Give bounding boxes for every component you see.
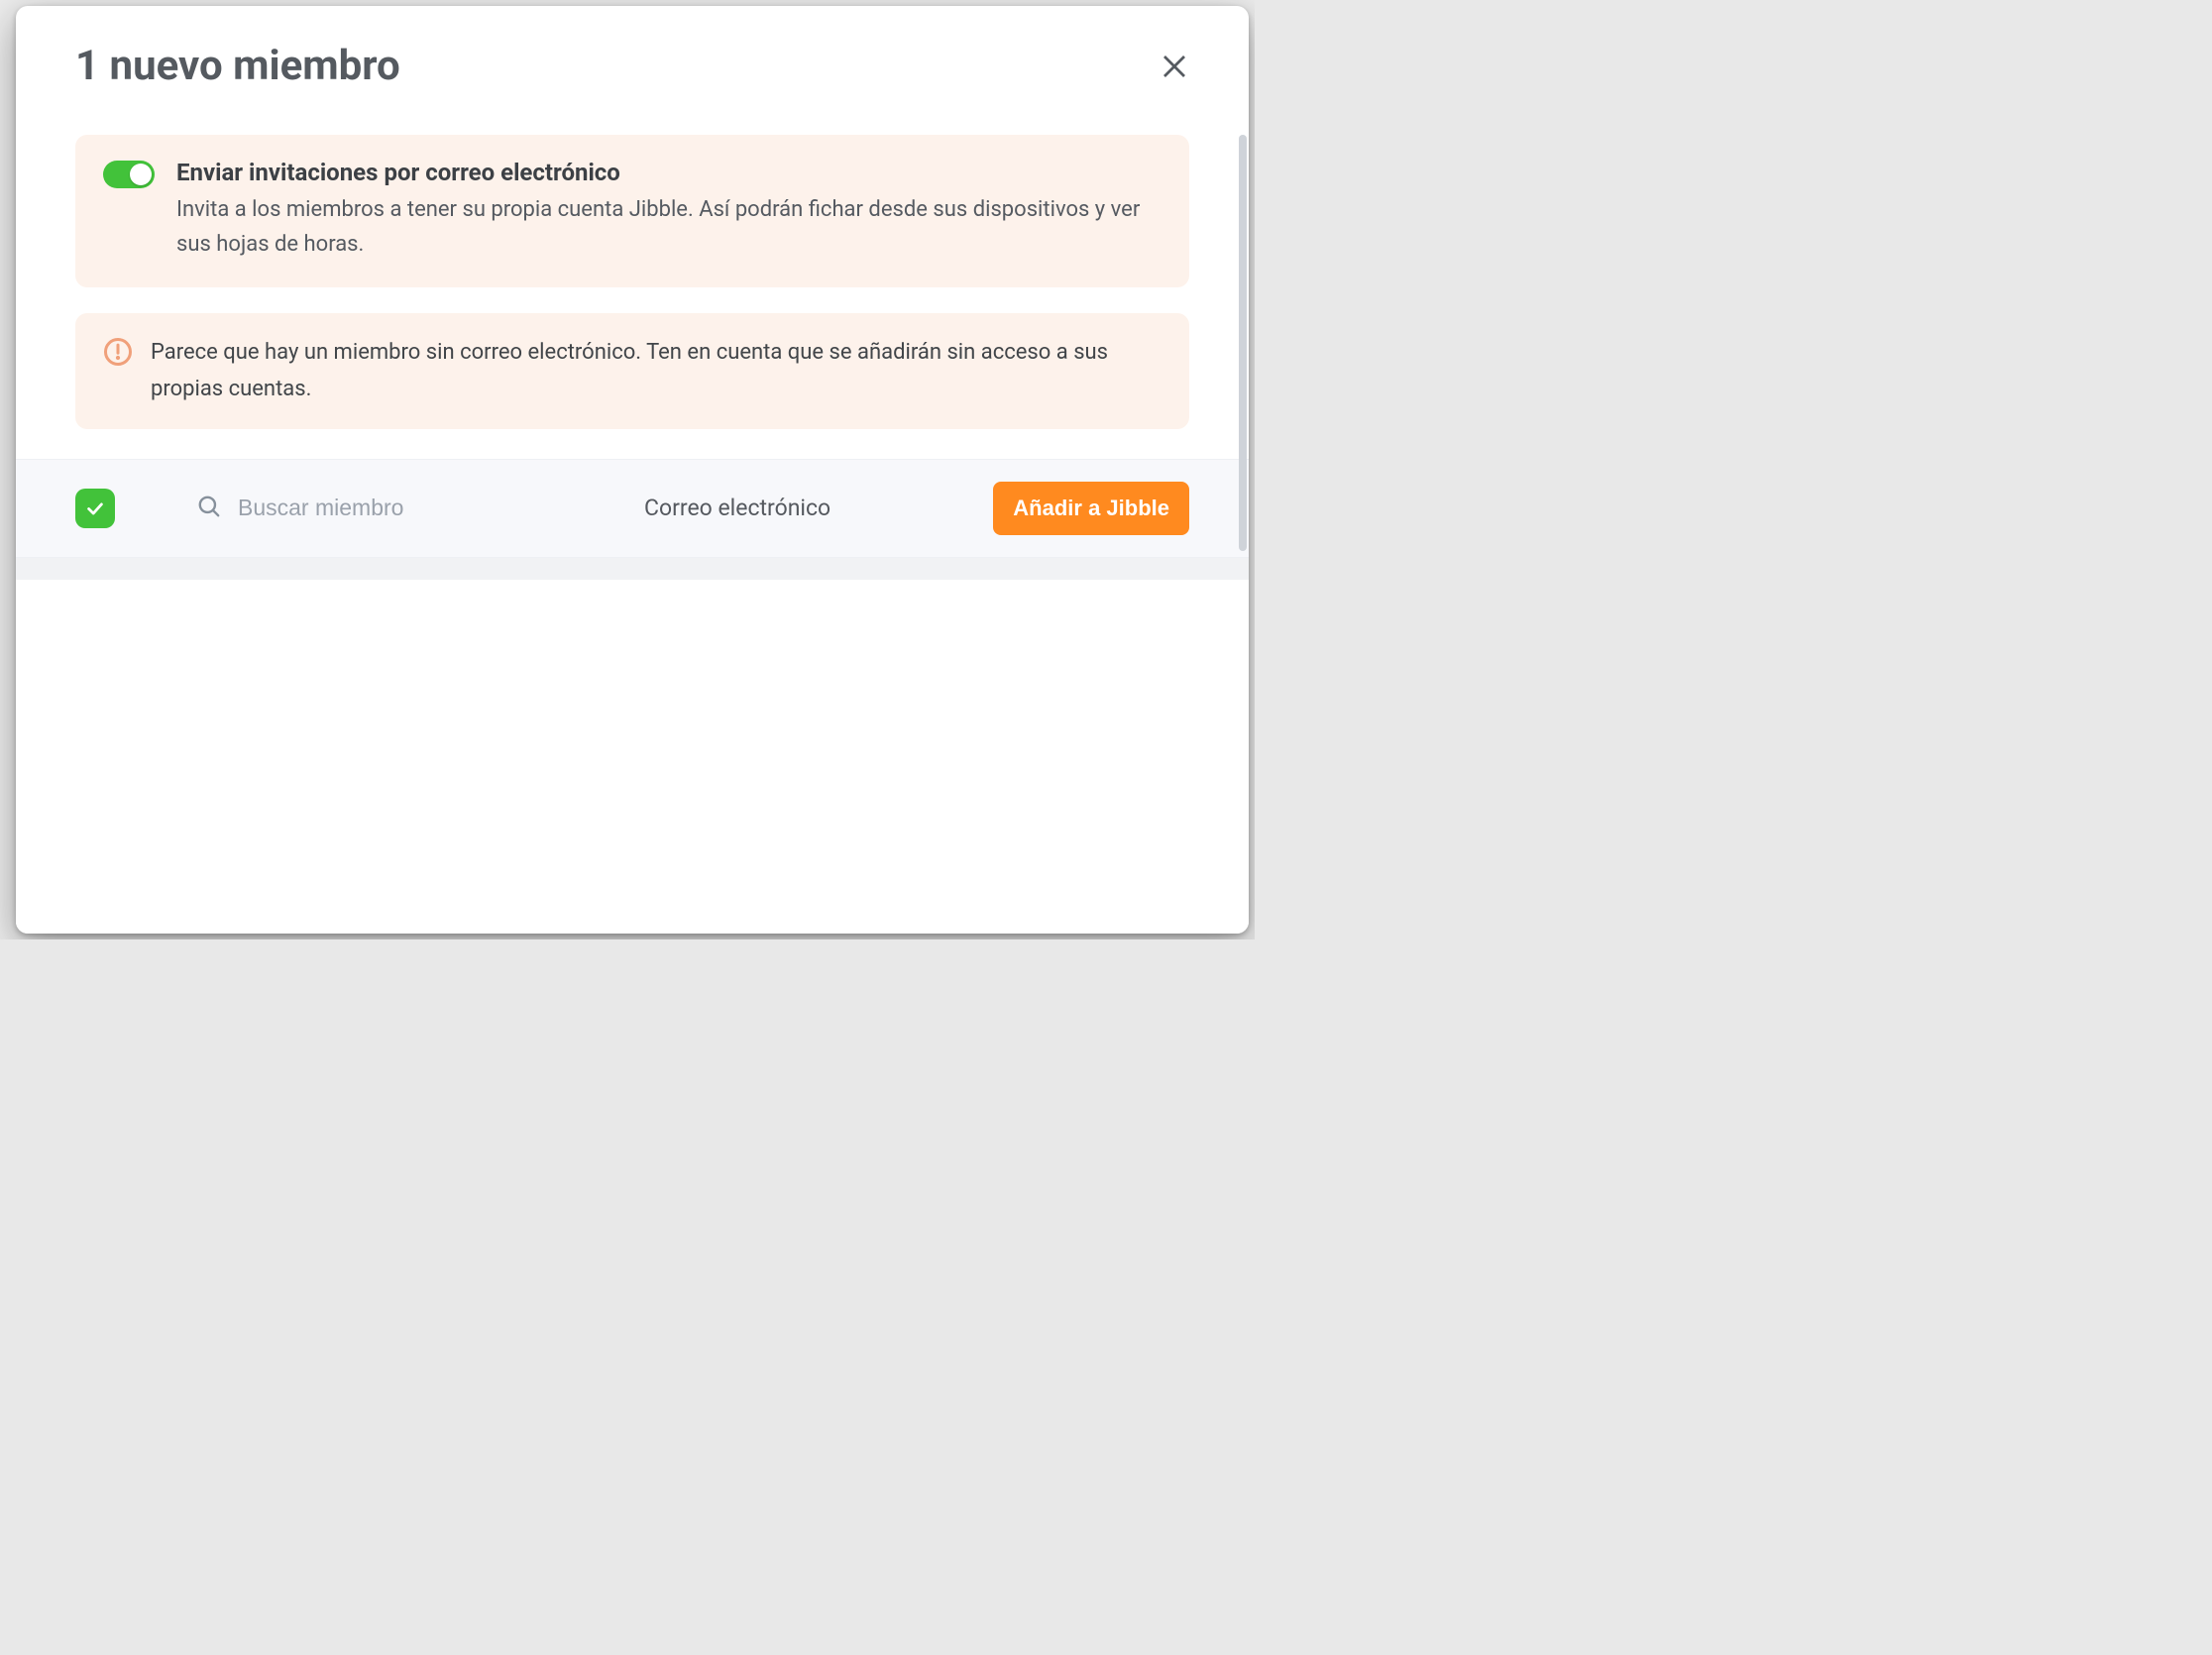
modal-title: 1 nuevo miembro [75,42,400,90]
scrollbar[interactable] [1239,135,1247,551]
search-icon [196,494,222,523]
modal-lower-space [16,580,1249,934]
members-table-header: Correo electrónico Añadir a Jibble [16,459,1249,558]
search-column [196,494,612,523]
warning-icon [103,335,133,371]
toggle-knob [130,164,152,185]
modal-content: Enviar invitaciones por correo electróni… [16,91,1249,457]
close-icon [1160,69,1189,84]
close-button[interactable] [1150,42,1199,91]
search-member-input[interactable] [236,494,612,522]
warning-text: Parece que hay un miembro sin correo ele… [151,335,1161,407]
new-member-modal: 1 nuevo miembro Enviar invitaciones por … [16,6,1249,934]
select-all-checkbox[interactable] [75,489,115,528]
table-body-empty-row [16,558,1249,580]
email-column-header: Correo electrónico [644,495,961,521]
invite-toggle-title: Enviar invitaciones por correo electróni… [176,159,1161,186]
invite-toggle-description: Invita a los miembros a tener su propia … [176,192,1161,262]
modal-header: 1 nuevo miembro [16,6,1249,91]
add-to-jibble-button[interactable]: Añadir a Jibble [993,482,1189,535]
invite-toggle-card: Enviar invitaciones por correo electróni… [75,135,1189,287]
missing-email-warning: Parece que hay un miembro sin correo ele… [75,313,1189,429]
invite-email-toggle[interactable] [103,161,155,188]
